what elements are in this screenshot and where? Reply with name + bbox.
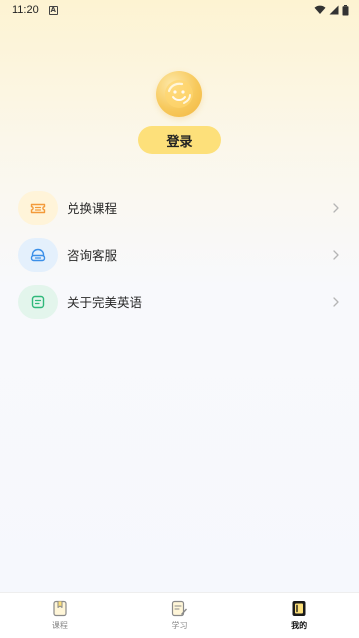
signal-icon <box>329 5 339 15</box>
menu-item-label: 咨询客服 <box>67 248 118 263</box>
headset-icon <box>30 248 46 261</box>
menu-icon-wrap <box>18 237 58 272</box>
ticket-icon <box>30 203 46 213</box>
tab-course[interactable]: 课程 <box>0 593 120 638</box>
tab-label: 学习 <box>171 621 188 630</box>
info-card-icon <box>31 295 45 308</box>
study-note-icon <box>171 600 187 617</box>
menu-icon-wrap <box>18 284 58 319</box>
menu-item-redeem-course[interactable]: 兑换课程 <box>0 184 359 231</box>
tab-study[interactable]: 学习 <box>120 593 240 638</box>
status-time: 11:20 <box>12 4 39 16</box>
bottom-tab-bar: 课程 学习 我的 <box>0 592 359 638</box>
login-button[interactable]: 登录 <box>138 126 221 154</box>
chevron-right-icon <box>333 296 339 307</box>
menu-item-customer-service[interactable]: 咨询客服 <box>0 231 359 278</box>
status-bar: 11:20 A <box>0 0 359 20</box>
wifi-icon <box>314 5 326 15</box>
a-box-icon: A <box>48 5 58 15</box>
menu-icon-wrap <box>18 190 58 225</box>
menu-item-label: 关于完美英语 <box>67 295 143 310</box>
tab-label: 我的 <box>291 621 308 630</box>
avatar[interactable] <box>156 71 202 117</box>
battery-icon <box>342 4 349 15</box>
course-bookmark-icon <box>53 600 67 617</box>
menu-item-about[interactable]: 关于完美英语 <box>0 278 359 325</box>
chevron-right-icon <box>333 202 339 213</box>
tab-label: 课程 <box>51 621 68 630</box>
menu-item-label: 兑换课程 <box>67 201 118 216</box>
smiley-avatar-icon <box>165 80 193 108</box>
status-icons <box>314 4 349 16</box>
chevron-right-icon <box>333 249 339 260</box>
profile-book-icon <box>292 601 306 616</box>
settings-menu: 兑换课程 咨询客服 关于完美英语 <box>0 184 359 325</box>
tab-mine[interactable]: 我的 <box>239 593 359 638</box>
